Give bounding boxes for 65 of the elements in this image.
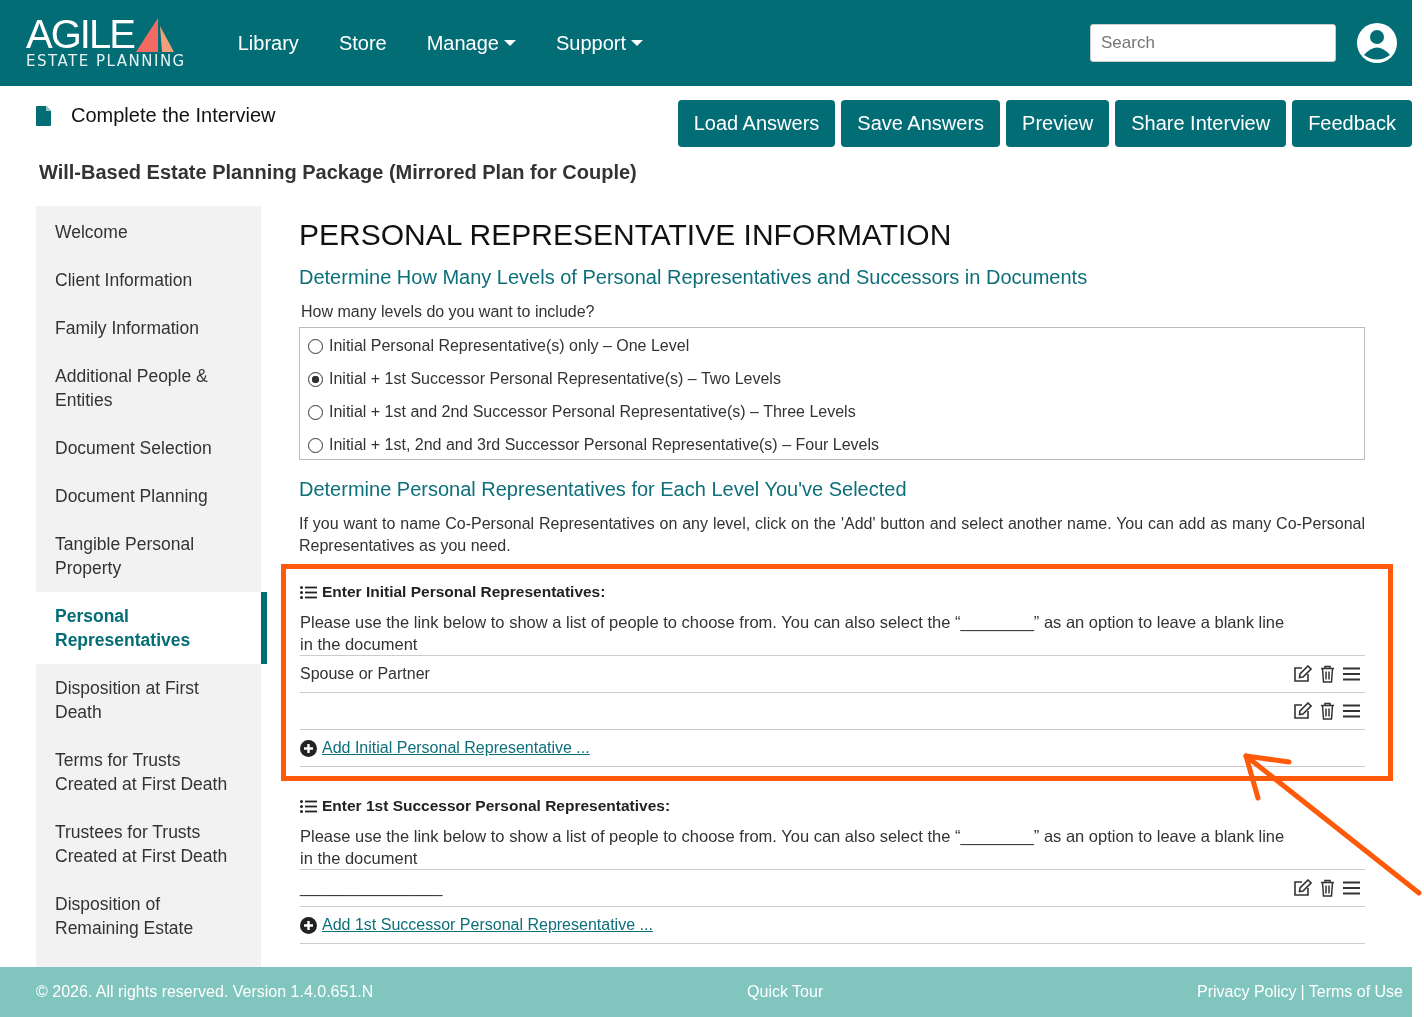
search-field[interactable]: Search	[1090, 24, 1336, 62]
separator-text: |	[1300, 983, 1305, 1001]
plus-circle-icon	[300, 916, 317, 934]
subsection-heading: Determine Personal Representatives for Each Level You've Selected	[299, 478, 908, 501]
toolbar-button[interactable]: Feedback	[1292, 100, 1412, 147]
list-icon	[300, 799, 317, 813]
add-link[interactable]: Add Initial Personal Representative ...	[322, 739, 590, 757]
add-link[interactable]: Add 1st Successor Personal Representative ...	[322, 916, 653, 934]
sidebar-item[interactable]: Document Selection	[36, 436, 261, 460]
logo-wordmark: AGILE	[26, 16, 134, 52]
group-title: Enter Initial Personal Representatives:	[322, 583, 606, 601]
plus-circle-icon	[300, 739, 317, 757]
copyright-text: © 2026. All rights reserved. Version 1.4.0.651.N	[36, 983, 374, 1001]
sidebar-item[interactable]: Personal Representatives	[36, 592, 267, 664]
sidebar-item[interactable]: Additional People & Entities	[36, 364, 261, 412]
section-heading: PERSONAL REPRESENTATIVE INFORMATION	[299, 218, 953, 252]
radio-option[interactable]: Initial + 1st, 2nd and 3rd Successor Personal Representative(s) – Four Levels	[308, 436, 1356, 454]
sidebar-item[interactable]: Disposition of Remaining Estate	[36, 892, 261, 940]
sidebar-item[interactable]: Family Information	[36, 316, 261, 340]
package-title: Will-Based Estate Planning Package (Mirrored Plan for Couple)	[39, 161, 638, 184]
trash-icon[interactable]	[1320, 665, 1335, 683]
radio-option[interactable]: Initial + 1st Successor Personal Representative(s) – Two Levels	[308, 370, 1356, 388]
sidebar-item[interactable]: Trustees for Trusts Created at First Death	[36, 820, 261, 868]
question-text: How many levels do you want to include?	[301, 303, 596, 321]
edit-icon[interactable]	[1293, 879, 1312, 897]
sidebar-item[interactable]: Document Planning	[36, 484, 261, 508]
radio-button[interactable]	[308, 371, 323, 387]
help-text: Please use the link below to show a list of people to choose from. You can also select the “________” as an option to leave a blank line in the document	[300, 826, 1285, 869]
sidebar-item[interactable]: Disposition at First Death	[36, 676, 261, 724]
toolbar-button[interactable]: Save Answers	[841, 100, 1001, 147]
representative-name: Spouse or Partner	[300, 665, 430, 683]
user-avatar-icon[interactable]	[1356, 22, 1398, 64]
group-title: Enter 1st Successor Personal Representatives:	[322, 797, 671, 815]
menu-icon[interactable]	[1343, 704, 1360, 718]
sidebar-item[interactable]: Welcome	[36, 220, 261, 244]
toolbar-button[interactable]: Load Answers	[677, 100, 836, 147]
page-title: Complete the Interview	[71, 104, 276, 127]
trash-icon[interactable]	[1320, 879, 1335, 897]
subsection-heading: Determine How Many Levels of Personal Representatives and Successors in Documents	[299, 266, 1089, 289]
nav-link[interactable]: Store	[338, 31, 387, 55]
menu-icon[interactable]	[1343, 881, 1360, 895]
help-text: Please use the link below to show a list of people to choose from. You can also select the “________” as an option to leave a blank line in the document	[300, 612, 1285, 655]
nav-link[interactable]: Manage	[426, 31, 516, 55]
toolbar-button[interactable]: Share Interview	[1115, 100, 1287, 147]
nav-link[interactable]: Library	[237, 31, 299, 55]
edit-icon[interactable]	[1293, 665, 1312, 683]
sail-logo-icon	[135, 18, 174, 52]
caret-icon	[503, 40, 516, 46]
trash-icon[interactable]	[1320, 702, 1335, 720]
list-icon	[300, 585, 317, 599]
radio-option[interactable]: Initial + 1st and 2nd Successor Personal Representative(s) – Three Levels	[308, 403, 1356, 421]
caret-icon	[631, 40, 644, 46]
sidebar-item[interactable]: Client Information	[36, 268, 261, 292]
logo-subtitle: ESTATE PLANNING	[26, 52, 186, 70]
toolbar-button[interactable]: Preview	[1006, 100, 1110, 147]
logo[interactable]: AGILE ESTATE PLANNING	[26, 16, 186, 70]
edit-icon[interactable]	[1293, 702, 1312, 720]
sidebar-item[interactable]: Tangible Personal Property	[36, 532, 261, 580]
representative-name: ________________	[300, 879, 443, 897]
intro-text: If you want to name Co-Personal Representatives on any level, click on the 'Add' button and select another name. You can add as many Co-Personal Representatives as you need.	[299, 514, 1365, 556]
document-icon	[36, 105, 51, 126]
menu-icon[interactable]	[1343, 667, 1360, 681]
radio-option[interactable]: Initial Personal Representative(s) only – One Level	[308, 337, 1356, 355]
sidebar-item[interactable]: Terms for Trusts Created at First Death	[36, 748, 261, 796]
nav-link[interactable]: Support	[555, 31, 644, 55]
